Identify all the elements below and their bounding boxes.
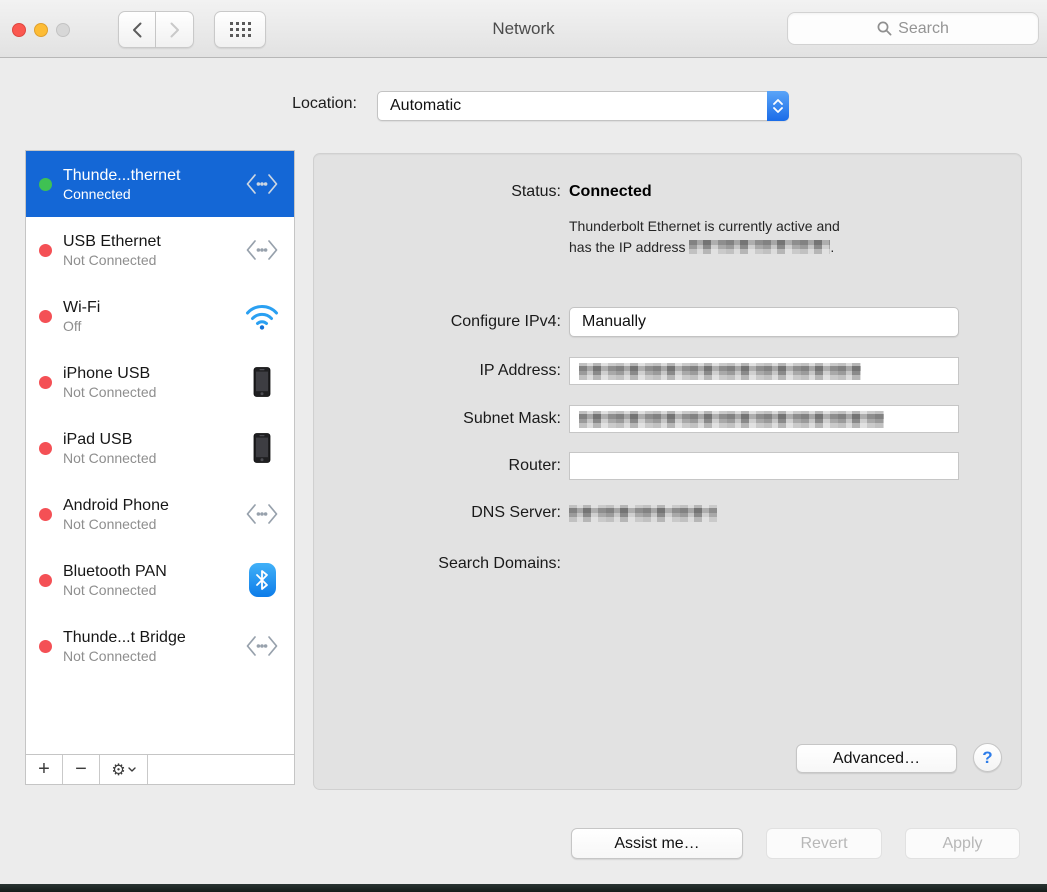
ethernet-icon (242, 634, 282, 658)
detail-panel: Status: Connected Thunderbolt Ethernet i… (313, 153, 1022, 790)
service-status: Off (63, 318, 236, 334)
service-name: Thunde...thernet (63, 167, 236, 185)
service-name: USB Ethernet (63, 233, 236, 251)
titlebar: Network (0, 0, 1047, 58)
add-service-button[interactable]: + (26, 755, 63, 784)
service-status: Not Connected (63, 450, 236, 466)
redacted-subnet-mask (579, 411, 884, 428)
grid-icon (230, 22, 251, 37)
status-dot-red (39, 442, 52, 455)
service-row-thunderbolt-bridge[interactable]: Thunde...t Bridge Not Connected (26, 613, 294, 679)
ethernet-icon (242, 238, 282, 262)
stepper-arrows-icon (767, 91, 789, 121)
service-status: Not Connected (63, 516, 236, 532)
location-value: Automatic (390, 97, 461, 115)
search-placeholder: Search (898, 20, 949, 38)
search-domains-label: Search Domains: (314, 555, 561, 573)
service-name: iPhone USB (63, 365, 236, 383)
subnet-mask-field[interactable] (569, 405, 959, 433)
services-list: Thunde...thernet Connected USB Ethernet … (25, 150, 295, 785)
remove-service-button[interactable]: − (63, 755, 100, 784)
assist-me-button[interactable]: Assist me… (571, 828, 743, 859)
status-dot-red (39, 376, 52, 389)
redacted-ip-address (579, 363, 861, 380)
status-dot-red (39, 640, 52, 653)
location-label: Location: (0, 95, 357, 113)
service-name: Wi-Fi (63, 299, 236, 317)
iphone-icon (242, 367, 282, 397)
service-row-wifi[interactable]: Wi-Fi Off (26, 283, 294, 349)
services-toolbar: + − ⚙ (26, 754, 294, 784)
wifi-icon (242, 302, 282, 330)
service-row-ipad-usb[interactable]: iPad USB Not Connected (26, 415, 294, 481)
configure-ipv4-select[interactable]: Manually (569, 307, 959, 337)
action-menu-button[interactable]: ⚙ (100, 755, 148, 784)
search-icon (877, 21, 892, 36)
service-status: Not Connected (63, 252, 236, 268)
router-field[interactable] (569, 452, 959, 480)
dns-server-label: DNS Server: (314, 504, 561, 522)
service-status: Connected (63, 186, 236, 202)
service-row-bluetooth-pan[interactable]: Bluetooth PAN Not Connected (26, 547, 294, 613)
chevron-left-icon (132, 22, 142, 38)
router-input[interactable] (579, 457, 958, 475)
stepper-arrows-icon (646, 316, 656, 328)
back-button[interactable] (118, 11, 156, 48)
status-value: Connected (569, 183, 652, 201)
advanced-button[interactable]: Advanced… (796, 744, 957, 773)
service-name: Thunde...t Bridge (63, 629, 236, 647)
service-row-iphone-usb[interactable]: iPhone USB Not Connected (26, 349, 294, 415)
show-all-button[interactable] (214, 11, 266, 48)
service-row-android-phone[interactable]: Android Phone Not Connected (26, 481, 294, 547)
service-status: Not Connected (63, 648, 236, 664)
service-status: Not Connected (63, 582, 236, 598)
status-dot-red (39, 310, 52, 323)
search-input[interactable]: Search (787, 12, 1039, 45)
ip-address-field[interactable] (569, 357, 959, 385)
chevron-down-icon (128, 767, 136, 772)
status-dot-red (39, 244, 52, 257)
revert-button[interactable]: Revert (766, 828, 882, 859)
configure-ipv4-label: Configure IPv4: (314, 313, 561, 331)
service-name: Android Phone (63, 497, 236, 515)
service-name: Bluetooth PAN (63, 563, 236, 581)
forward-button[interactable] (156, 11, 194, 48)
location-select[interactable]: Automatic (377, 91, 789, 121)
network-preferences-window: Network (0, 0, 1047, 884)
router-label: Router: (314, 457, 561, 475)
service-row-thunderbolt-ethernet[interactable]: Thunde...thernet Connected (26, 151, 294, 217)
service-row-usb-ethernet[interactable]: USB Ethernet Not Connected (26, 217, 294, 283)
configure-ipv4-value: Manually (582, 313, 646, 331)
subnet-mask-label: Subnet Mask: (314, 410, 561, 428)
ipad-icon (242, 433, 282, 463)
gear-icon: ⚙ (111, 760, 125, 780)
status-label: Status: (314, 183, 561, 201)
toolbar-spacer (148, 755, 294, 784)
service-status: Not Connected (63, 384, 236, 400)
status-dot-red (39, 508, 52, 521)
ethernet-icon (242, 172, 282, 196)
redacted-ip-inline (689, 240, 830, 254)
desktop-background-strip (0, 884, 1047, 892)
apply-button[interactable]: Apply (905, 828, 1020, 859)
service-name: iPad USB (63, 431, 236, 449)
chevron-right-icon (170, 22, 180, 38)
help-button[interactable]: ? (973, 743, 1002, 772)
status-dot-green (39, 178, 52, 191)
status-description: Thunderbolt Ethernet is currently active… (569, 216, 969, 258)
ip-address-label: IP Address: (314, 362, 561, 380)
nav-group (118, 11, 194, 48)
status-dot-red (39, 574, 52, 587)
redacted-dns-server (569, 505, 717, 522)
ethernet-icon (242, 502, 282, 526)
bluetooth-icon (242, 563, 282, 597)
